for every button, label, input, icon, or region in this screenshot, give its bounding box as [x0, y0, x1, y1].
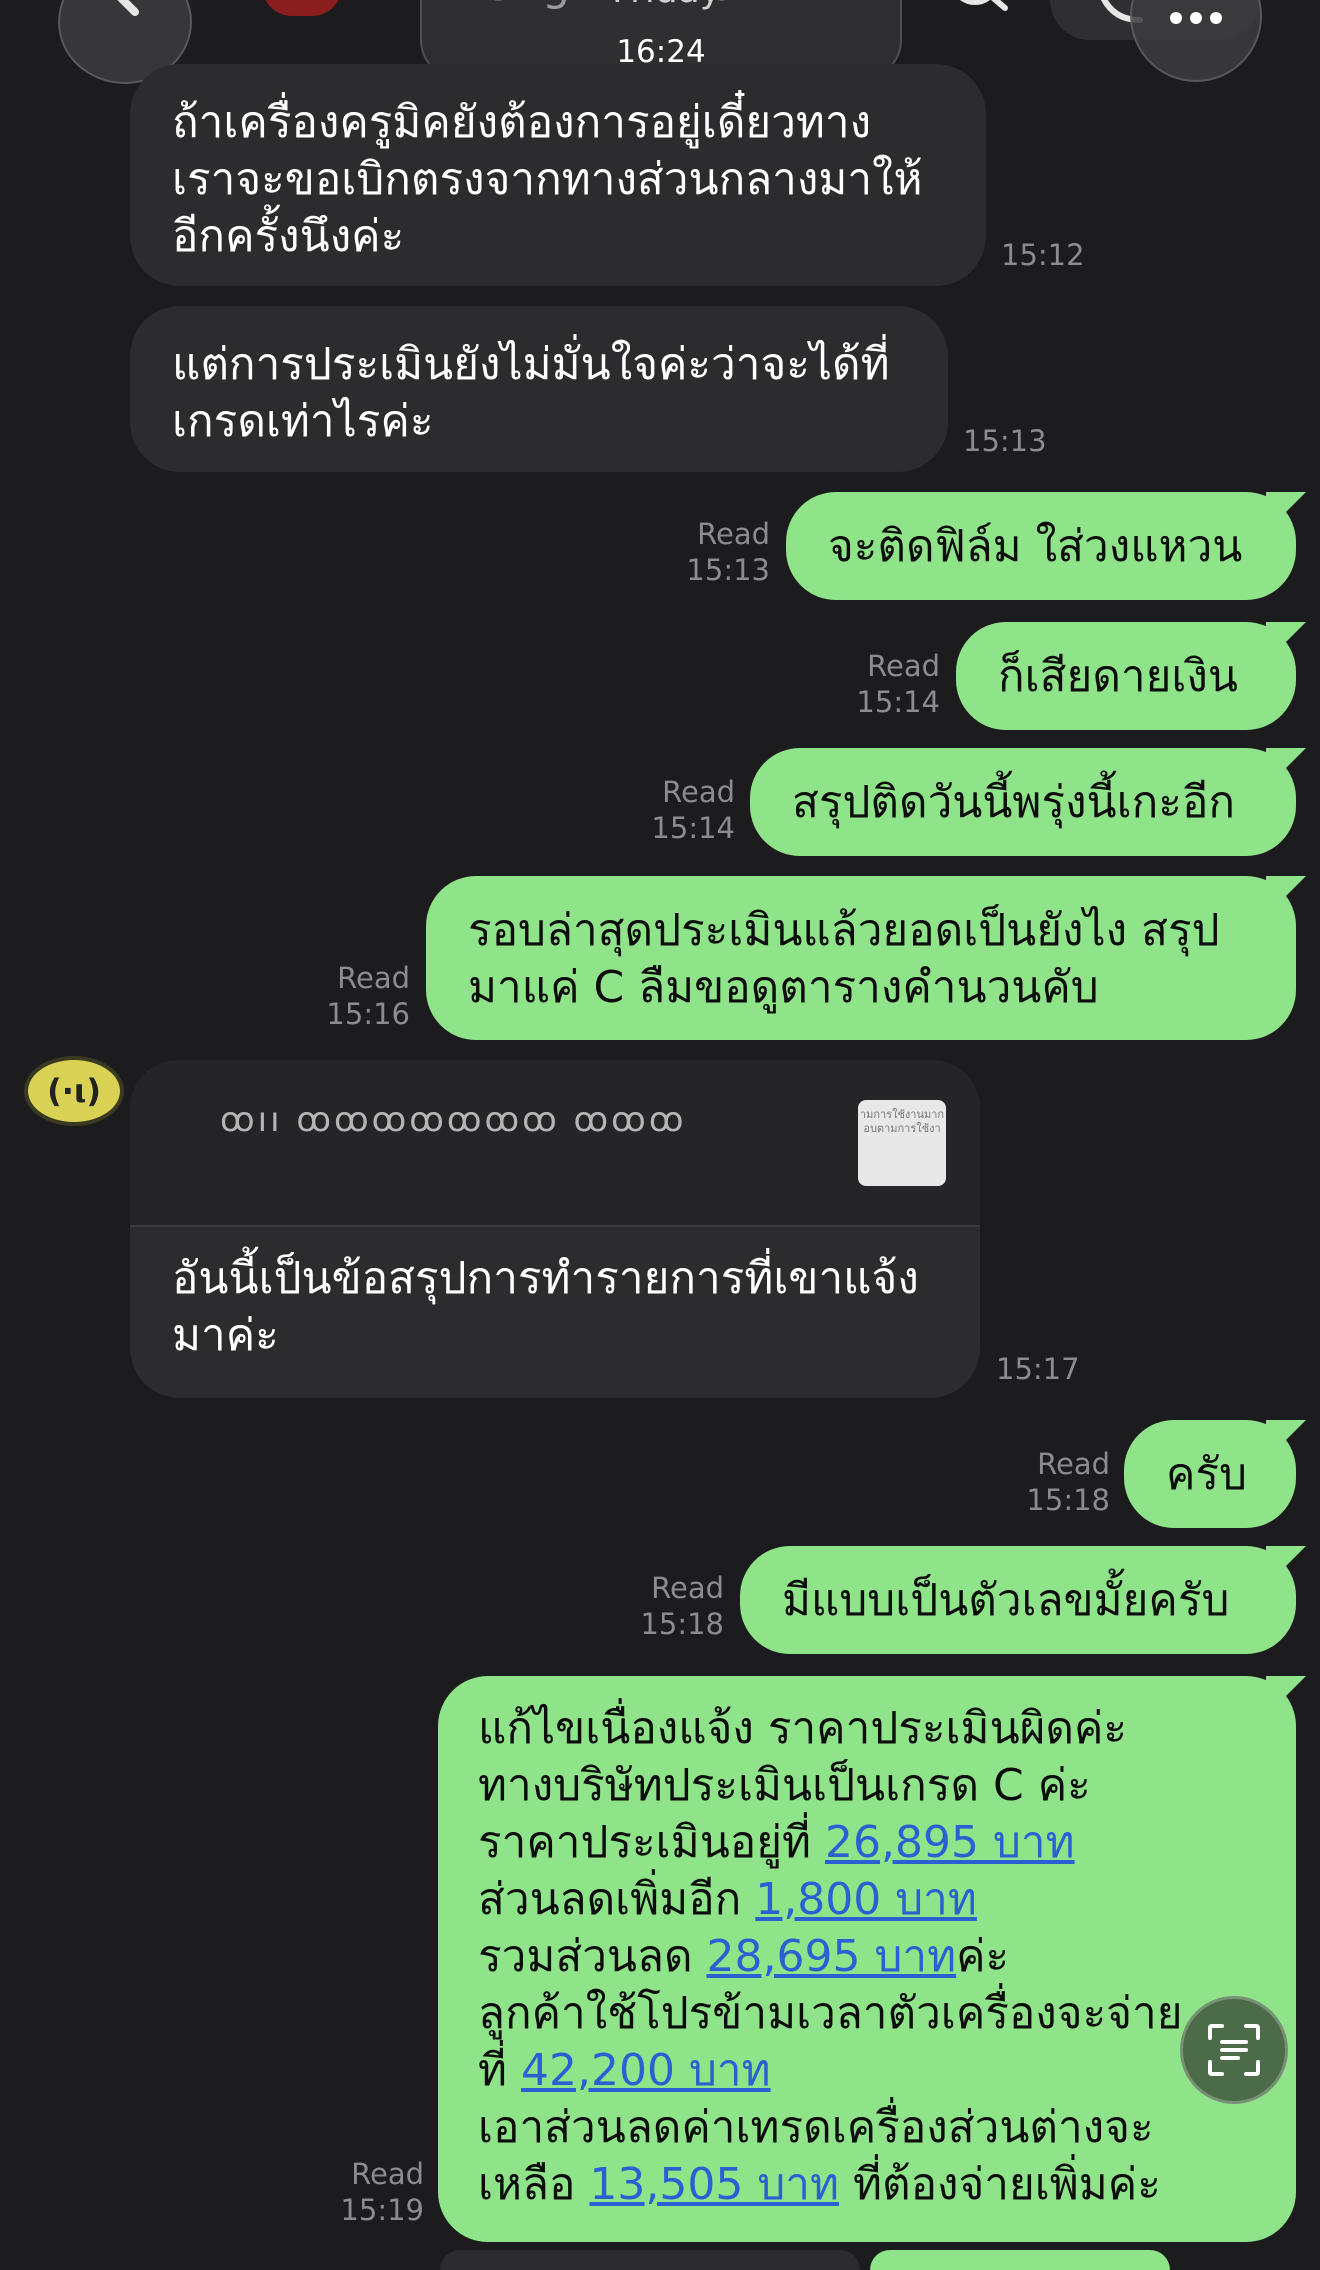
partial-message	[870, 2250, 1170, 2270]
read-receipt: Read	[1037, 1447, 1110, 1481]
quoted-message[interactable]	[130, 1060, 980, 1227]
message-line: ส่วนลดเพิ่มอีก 1,800 บาท	[478, 1871, 1256, 1928]
outgoing-message[interactable]: ครับ	[1124, 1420, 1306, 1528]
message-time: 15:13	[686, 553, 770, 587]
outgoing-message[interactable]: แก้ไขเนื่องแจ้ง ราคาประเมินผิดค่ะ ทางบริ…	[438, 1676, 1306, 2242]
message-text: สรุปติดวันนี้พรุ่งนี้เกะอีก	[792, 777, 1236, 828]
message-text: เหลือ	[478, 2159, 590, 2210]
message-time: 15:14	[651, 811, 735, 845]
message-time: 15:19	[340, 2193, 424, 2227]
message-text: เราจะขอเบิกตรงจากทางส่วนกลางมาให้	[172, 154, 923, 205]
message-text: ราคาประเมินอยู่ที่	[478, 1817, 825, 1868]
message-text: จะติดฟิล์ม ใส่วงแหวน	[828, 521, 1243, 572]
message-text: อีกครั้งนึงค่ะ	[172, 211, 405, 262]
message-meta: Read 15:19	[334, 2156, 424, 2228]
header-subtitle: Friday	[612, 0, 721, 11]
message-text: มาค่ะ	[172, 1310, 279, 1361]
message-line: รวมส่วนลด 28,695 บาทค่ะ	[478, 1928, 1256, 1985]
text-scan-icon	[1208, 2024, 1260, 2076]
more-button[interactable]	[1130, 0, 1262, 82]
message-time: 15:16	[326, 997, 410, 1031]
amount-link[interactable]: 28,695 บาท	[707, 1931, 957, 1982]
amount-link[interactable]: 42,200 บาท	[521, 2045, 771, 2096]
profile-avatar[interactable]	[262, 0, 342, 16]
read-receipt: Read	[351, 2157, 424, 2191]
message-text: ที่ต้องจ่ายเพิ่มค่ะ	[839, 2159, 1161, 2210]
message-line: ที่ 42,200 บาท	[478, 2042, 1256, 2099]
message-text: มีแบบเป็นตัวเลขมั้ยครับ	[782, 1575, 1230, 1626]
message-meta: Read 15:16	[320, 960, 410, 1032]
message-time: 15:14	[856, 685, 940, 719]
text-scan-button[interactable]	[1180, 1996, 1288, 2104]
search-button[interactable]	[945, 0, 1015, 30]
incoming-message[interactable]: ถ้าเครื่องครูมิคยังต้องการอยู่เดี๋ยวทาง …	[130, 64, 986, 286]
message-time: 15:17	[996, 1352, 1080, 1386]
message-text: แก้ไขเนื่องแจ้ง ราคาประเมินผิดค่ะ	[478, 1703, 1128, 1754]
message-meta: Read 15:13	[680, 516, 770, 588]
message-meta: Read 15:14	[645, 774, 735, 846]
read-receipt: Read	[867, 649, 940, 683]
message-meta: Read 15:14	[850, 648, 940, 720]
read-receipt: Read	[337, 961, 410, 995]
message-time: 15:18	[1026, 1483, 1110, 1517]
amount-link[interactable]: 13,505 บาท	[589, 2159, 839, 2210]
search-icon	[960, 0, 1008, 11]
outgoing-message[interactable]: สรุปติดวันนี้พรุ่งนี้เกะอีก	[750, 748, 1306, 856]
message-text: มาแค่ C ลืมขอดูตารางคำนวนคับ	[468, 962, 1099, 1013]
thumbnail-text: ามการใช้งานมาก	[859, 1108, 945, 1121]
outgoing-message[interactable]: รอบล่าสุดประเมินแล้วยอดเป็นยังไง สรุป มา…	[426, 876, 1306, 1040]
message-meta: Read 15:18	[634, 1570, 724, 1642]
message-text: ลูกค้าใช้โปรข้ามเวลาตัวเครื่องจะจ่าย	[478, 1988, 1183, 2039]
message-text: ทางบริษัทประเมินเป็นเกรด C ค่ะ	[478, 1760, 1091, 1811]
message-time: 15:18	[640, 1607, 724, 1641]
quoted-text: ꝏıı ꝏꝏꝏꝏꝏꝏꝏ ꝏꝏꝏ	[220, 1100, 687, 1140]
read-receipt: Read	[651, 1571, 724, 1605]
message-text: แต่การประเมินยังไม่มั่นใจค่ะว่าจะได้ที่	[172, 339, 890, 390]
amount-link[interactable]: 1,800 บาท	[755, 1874, 977, 1925]
outgoing-message[interactable]: จะติดฟิล์ม ใส่วงแหวน	[786, 492, 1306, 600]
message-text: ก็เสียดายเงิน	[998, 651, 1238, 702]
message-text: ครับ	[1166, 1449, 1247, 1500]
message-line: ราคาประเมินอยู่ที่ 26,895 บาท	[478, 1814, 1256, 1871]
quoted-thumbnail[interactable]: ามการใช้งานมาก อบตามการใช้งา	[858, 1100, 946, 1186]
message-text: เอาส่วนลดค่าเทรดเครื่องส่วนต่างจะ	[478, 2102, 1154, 2153]
incoming-message[interactable]: แต่การประเมินยังไม่มั่นใจค่ะว่าจะได้ที่ …	[130, 306, 948, 472]
thumbnail-text: อบตามการใช้งา	[863, 1122, 941, 1135]
read-receipt: Read	[697, 517, 770, 551]
message-time: 15:12	[1001, 238, 1085, 272]
partial-message	[440, 2250, 860, 2270]
message-text: ส่วนลดเพิ่มอีก	[478, 1874, 756, 1925]
message-text: รวมส่วนลด	[478, 1931, 707, 1982]
sender-avatar[interactable]: (·ι)	[24, 1056, 124, 1126]
read-receipt: Read	[662, 775, 735, 809]
message-time: 15:13	[963, 424, 1047, 458]
outgoing-message[interactable]: ก็เสียดายเงิน	[956, 622, 1306, 730]
message-text: ที่	[478, 2045, 521, 2096]
outgoing-message[interactable]: มีแบบเป็นตัวเลขมั้ยครับ	[740, 1546, 1306, 1654]
message-text: อันนี้เป็นข้อสรุปการทำรายการที่เขาแจ้ง	[172, 1253, 919, 1304]
amount-link[interactable]: 26,895 บาท	[825, 1817, 1075, 1868]
message-text: รอบล่าสุดประเมินแล้วยอดเป็นยังไง สรุป	[468, 905, 1220, 956]
more-icon	[1170, 12, 1222, 24]
message-line: เหลือ 13,505 บาท ที่ต้องจ่ายเพิ่มค่ะ	[478, 2156, 1256, 2213]
message-text: ถ้าเครื่องครูมิคยังต้องการอยู่เดี๋ยวทาง	[172, 97, 872, 148]
message-text: ค่ะ	[956, 1931, 1010, 1982]
message-meta: Read 15:18	[1020, 1446, 1110, 1518]
message-text: เกรดเท่าไรค่ะ	[172, 396, 434, 447]
